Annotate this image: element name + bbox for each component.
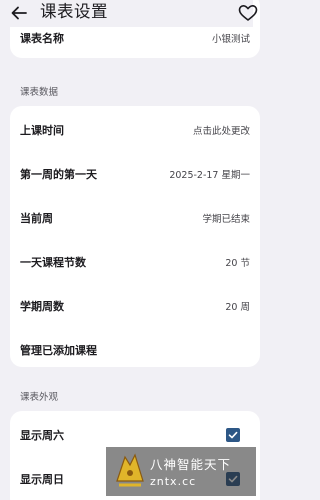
show-saturday-checkbox[interactable]	[226, 428, 240, 442]
checkmark-icon	[228, 431, 238, 439]
manage-courses-label: 管理已添加课程	[20, 344, 97, 357]
watermark-logo-icon	[116, 453, 144, 487]
watermark-title: 八神智能天下	[150, 457, 232, 472]
current-week-row[interactable]: 当前周 学期已结束	[10, 194, 260, 238]
lessons-per-day-label: 一天课程节数	[20, 256, 86, 269]
class-time-value: 点击此处更改	[192, 126, 250, 137]
section-title-data: 课表数据	[20, 87, 59, 98]
data-card: 上课时间 点击此处更改 第一周的第一天 2025-2-17 星期一 当前周 学期…	[10, 106, 260, 367]
current-week-value: 学期已结束	[202, 214, 250, 225]
arrow-left-icon[interactable]	[9, 4, 29, 22]
top-app-bar: 课表设置	[0, 0, 258, 27]
first-day-row[interactable]: 第一周的第一天 2025-2-17 星期一	[10, 150, 260, 194]
section-title-appearance: 课表外观	[20, 392, 59, 403]
term-weeks-value: 20 周	[225, 302, 250, 313]
heart-icon[interactable]	[238, 4, 258, 22]
schedule-name-value: 小银测试	[211, 34, 250, 45]
page-title: 课表设置	[40, 2, 108, 21]
class-time-label: 上课时间	[20, 124, 64, 137]
show-saturday-label: 显示周六	[20, 429, 64, 442]
show-sunday-label: 显示周日	[20, 473, 64, 486]
schedule-name-row[interactable]: 课表名称 小银测试	[10, 30, 260, 56]
term-weeks-row[interactable]: 学期周数 20 周	[10, 282, 260, 326]
lessons-per-day-row[interactable]: 一天课程节数 20 节	[10, 238, 260, 282]
term-weeks-label: 学期周数	[20, 300, 64, 313]
manage-courses-row[interactable]: 管理已添加课程	[10, 326, 260, 367]
watermark-url: zntx.cc	[150, 475, 197, 488]
first-day-value: 2025-2-17 星期一	[169, 170, 250, 181]
current-week-label: 当前周	[20, 212, 53, 225]
lessons-per-day-value: 20 节	[225, 258, 250, 269]
class-time-row[interactable]: 上课时间 点击此处更改	[10, 106, 260, 150]
first-day-label: 第一周的第一天	[20, 168, 97, 181]
schedule-name-label: 课表名称	[20, 32, 64, 45]
